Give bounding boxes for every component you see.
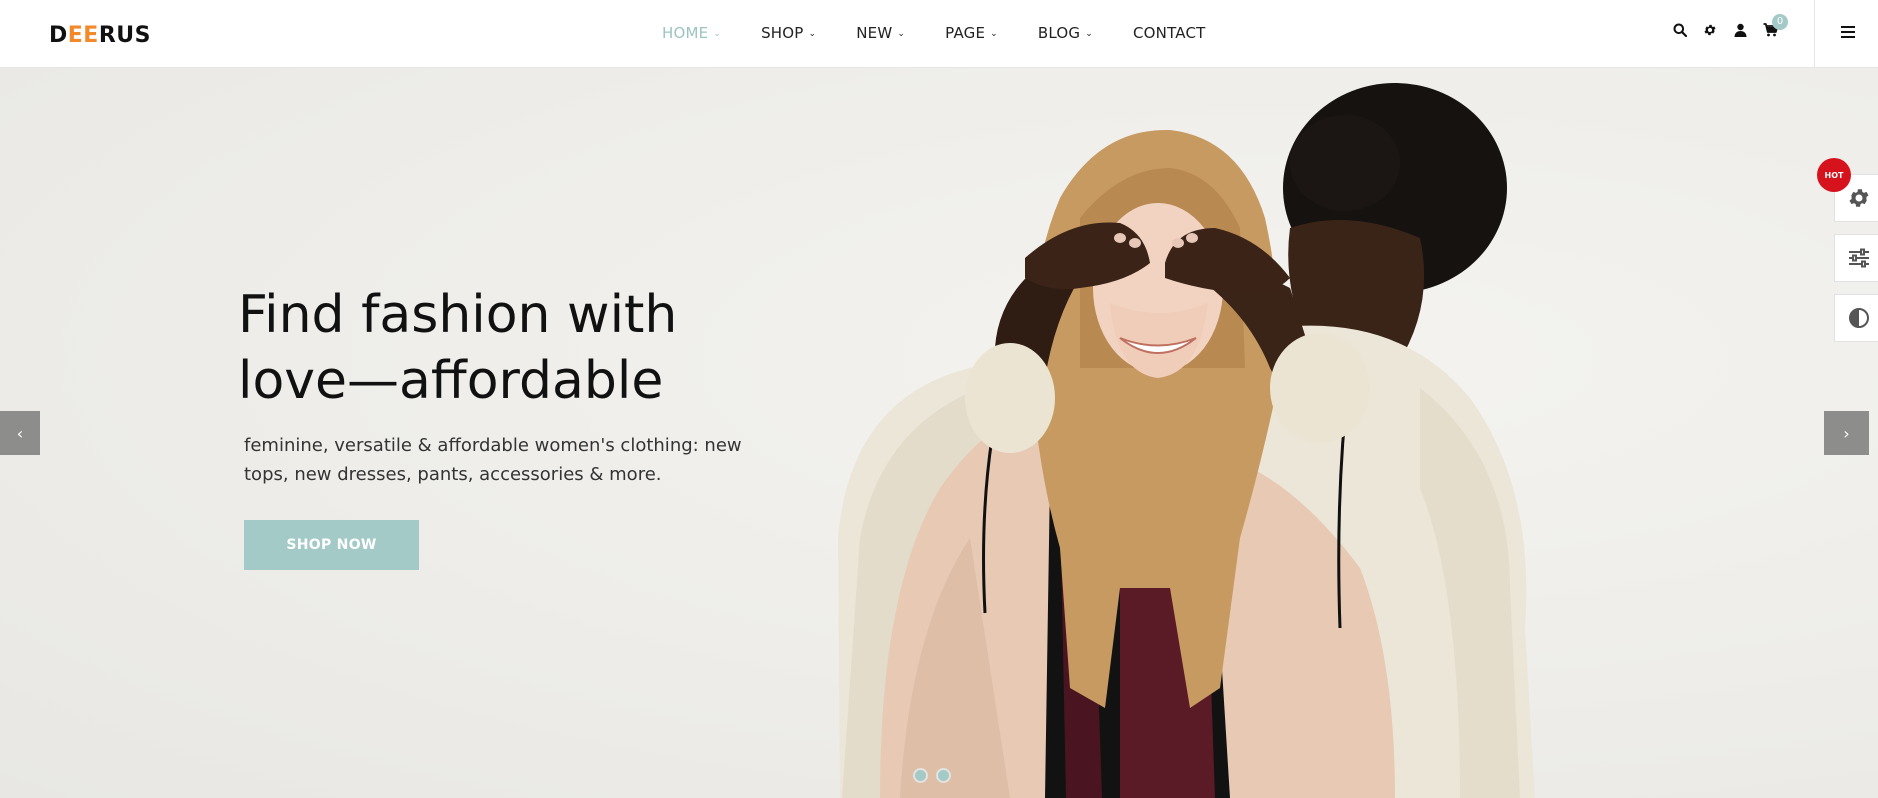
nav-label: CONTACT: [1133, 24, 1206, 42]
hamburger-icon[interactable]: [1840, 24, 1858, 42]
search-icon[interactable]: [1672, 22, 1688, 38]
chevron-right-icon: ›: [1843, 423, 1850, 443]
gear-icon: [1849, 189, 1868, 207]
hero-title: Find fashion with love—affordable: [238, 282, 838, 414]
nav-label: SHOP: [761, 24, 804, 42]
theme-toggle-button[interactable]: [1834, 294, 1878, 342]
chevron-down-icon: ⌄: [990, 29, 998, 39]
hero-slider: Find fashion with love—affordable femini…: [0, 68, 1878, 798]
hero-title-line-2: love—affordable: [238, 351, 664, 411]
nav-item-home[interactable]: HOME ⌄: [662, 24, 721, 42]
cart-button[interactable]: 0: [1762, 14, 1788, 38]
nav-item-shop[interactable]: SHOP ⌄: [761, 24, 816, 42]
site-header: DEERUS HOME ⌄ SHOP ⌄ NEW ⌄ PAGE ⌄ BLOG ⌄ CONT…: [0, 0, 1878, 68]
header-divider: [1814, 0, 1815, 68]
logo-part-2: RUS: [98, 23, 151, 48]
gear-icon[interactable]: [1702, 22, 1718, 38]
nav-label: PAGE: [945, 24, 986, 42]
chevron-down-icon: ⌄: [713, 29, 722, 39]
hero-subtitle: feminine, versatile & affordable women's…: [244, 431, 764, 489]
hero-title-line-1: Find fashion with: [238, 285, 678, 345]
cart-count-badge: 0: [1772, 14, 1788, 30]
nav-item-page[interactable]: PAGE ⌄: [945, 24, 998, 42]
logo-accent: EE: [67, 23, 99, 48]
slider-dot-1[interactable]: [913, 768, 928, 783]
contrast-icon: [1848, 308, 1869, 328]
hero-subtitle-line-1: feminine, versatile & affordable women's…: [244, 435, 742, 456]
logo-part-1: D: [49, 23, 68, 48]
nav-label: NEW: [856, 24, 893, 42]
main-nav: HOME ⌄ SHOP ⌄ NEW ⌄ PAGE ⌄ BLOG ⌄ CONTACT: [662, 24, 1246, 42]
chevron-down-icon: ⌄: [808, 29, 817, 39]
slider-pagination: [913, 768, 951, 783]
shop-now-button[interactable]: SHOP NOW: [244, 520, 419, 570]
slider-prev-button[interactable]: ‹: [0, 411, 40, 455]
slider-dot-2[interactable]: [936, 768, 951, 783]
hot-badge: HOT: [1817, 158, 1851, 192]
nav-label: HOME: [662, 24, 709, 42]
logo[interactable]: DEERUS: [49, 23, 151, 48]
chevron-down-icon: ⌄: [1085, 29, 1093, 39]
chevron-down-icon: ⌄: [897, 29, 906, 39]
filters-panel-button[interactable]: [1834, 234, 1878, 282]
hero-photo: [838, 83, 1535, 798]
nav-item-new[interactable]: NEW ⌄: [856, 24, 905, 42]
nav-label: BLOG: [1037, 24, 1081, 42]
sliders-icon: [1848, 248, 1869, 268]
header-tools: 0: [1672, 14, 1788, 38]
slider-next-button[interactable]: ›: [1824, 411, 1869, 455]
hero-subtitle-line-2: tops, new dresses, pants, accessories & …: [244, 464, 662, 485]
nav-item-contact[interactable]: CONTACT: [1133, 24, 1206, 42]
user-icon[interactable]: [1732, 22, 1748, 38]
nav-item-blog[interactable]: BLOG ⌄: [1038, 24, 1093, 42]
chevron-left-icon: ‹: [16, 423, 24, 443]
